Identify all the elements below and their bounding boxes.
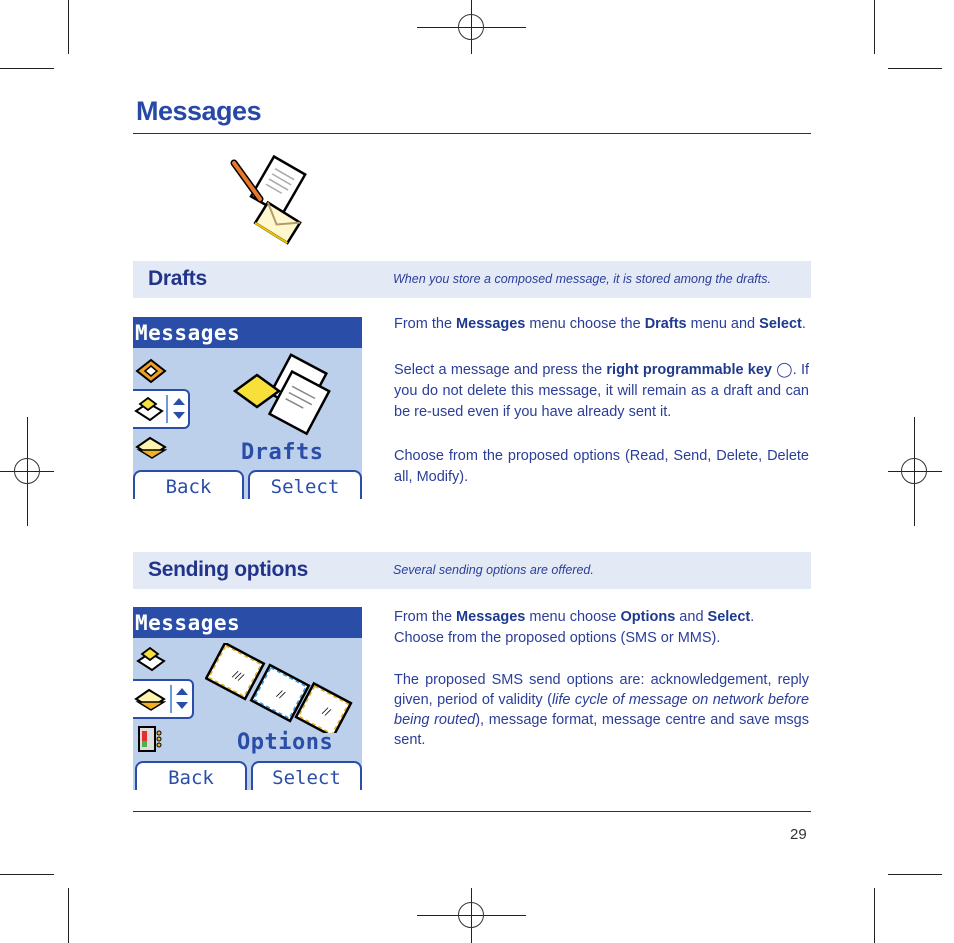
page-title: Messages bbox=[136, 96, 262, 126]
drafts-icon bbox=[136, 646, 166, 672]
crop-mark bbox=[0, 874, 54, 875]
text-run: From the bbox=[394, 316, 457, 332]
outbox-small-icon bbox=[134, 688, 166, 711]
options-paragraph-2: Choose from the proposed options (SMS or… bbox=[394, 628, 809, 649]
outbox-icon bbox=[135, 436, 167, 459]
drafts-small-icon bbox=[134, 396, 164, 422]
section-header-sending-options: Sending options Several sending options … bbox=[133, 552, 811, 589]
emphasis-text: Select bbox=[759, 316, 802, 332]
emphasis-text: Select bbox=[707, 609, 751, 625]
emphasis-text: Messages bbox=[456, 609, 526, 625]
scroll-up-arrow-icon[interactable] bbox=[176, 688, 188, 695]
memory-icon bbox=[138, 726, 162, 752]
options-paragraph-1: From the Messages menu choose Options an… bbox=[394, 607, 809, 628]
selected-item-box bbox=[133, 679, 194, 719]
section-note: Several sending options are offered. bbox=[393, 563, 594, 577]
options-illustration: /// // // bbox=[205, 643, 353, 733]
text-run: menu choose bbox=[525, 609, 621, 625]
page-number: 29 bbox=[790, 826, 807, 843]
scroll-indicator bbox=[166, 395, 168, 423]
crop-mark bbox=[888, 68, 942, 69]
crop-mark bbox=[874, 888, 875, 943]
messages-chapter-icon bbox=[230, 155, 307, 245]
footer-divider bbox=[133, 811, 811, 812]
phone-screen-label: Options bbox=[237, 730, 334, 755]
text-run: From the bbox=[394, 609, 457, 625]
scroll-down-arrow-icon[interactable] bbox=[176, 702, 188, 709]
options-paragraph-3: The proposed SMS send options are: ackno… bbox=[394, 670, 809, 750]
section-title: Sending options bbox=[148, 558, 308, 581]
drafts-paragraph-3: Choose from the proposed options (Read, … bbox=[394, 446, 809, 488]
section-note: When you store a composed message, it is… bbox=[393, 272, 771, 286]
scroll-down-arrow-icon[interactable] bbox=[173, 412, 185, 419]
phone-screen-drafts: Messages Drafts Back Select bbox=[133, 317, 362, 499]
softkey-back[interactable]: Back bbox=[135, 761, 247, 790]
phone-screen-label: Drafts bbox=[241, 440, 324, 465]
emphasis-text: Drafts bbox=[644, 316, 687, 332]
phone-screen-header: Messages bbox=[133, 317, 362, 348]
text-run: . bbox=[801, 316, 806, 332]
drafts-paragraph-2: Select a message and press the right pro… bbox=[394, 360, 809, 423]
phone-screen-options: Messages /// // // Options Back Select bbox=[133, 607, 362, 790]
title-divider bbox=[133, 133, 811, 134]
text-run: Choose from the proposed options (SMS or… bbox=[394, 630, 721, 646]
scroll-indicator bbox=[170, 685, 172, 713]
scroll-up-arrow-icon[interactable] bbox=[173, 398, 185, 405]
emphasis-text: Messages bbox=[456, 316, 526, 332]
emphasis-text: right programmable key bbox=[606, 362, 773, 378]
crop-mark bbox=[0, 68, 54, 69]
crop-mark bbox=[68, 0, 69, 54]
text-run: and bbox=[675, 609, 708, 625]
section-header-drafts: Drafts When you store a composed message… bbox=[133, 261, 811, 298]
crop-mark bbox=[68, 888, 69, 943]
text-run: . bbox=[750, 609, 755, 625]
selected-item-box bbox=[133, 389, 190, 429]
softkey-select[interactable]: Select bbox=[251, 761, 362, 790]
softkey-select[interactable]: Select bbox=[248, 470, 362, 499]
drafts-illustration bbox=[233, 353, 331, 436]
emphasis-text: Options bbox=[620, 609, 676, 625]
softkey-back[interactable]: Back bbox=[133, 470, 244, 499]
text-run: menu and bbox=[686, 316, 760, 332]
text-run: menu choose the bbox=[525, 316, 645, 332]
crop-mark bbox=[874, 0, 875, 54]
text-run: Choose from the proposed options (Read, … bbox=[394, 448, 809, 485]
voicemail-icon bbox=[135, 358, 167, 384]
text-run: Select a message and press the bbox=[394, 362, 607, 378]
phone-screen-header: Messages bbox=[133, 607, 362, 638]
section-title: Drafts bbox=[148, 267, 207, 290]
crop-mark bbox=[888, 874, 942, 875]
drafts-paragraph-1: From the Messages menu choose the Drafts… bbox=[394, 314, 809, 335]
